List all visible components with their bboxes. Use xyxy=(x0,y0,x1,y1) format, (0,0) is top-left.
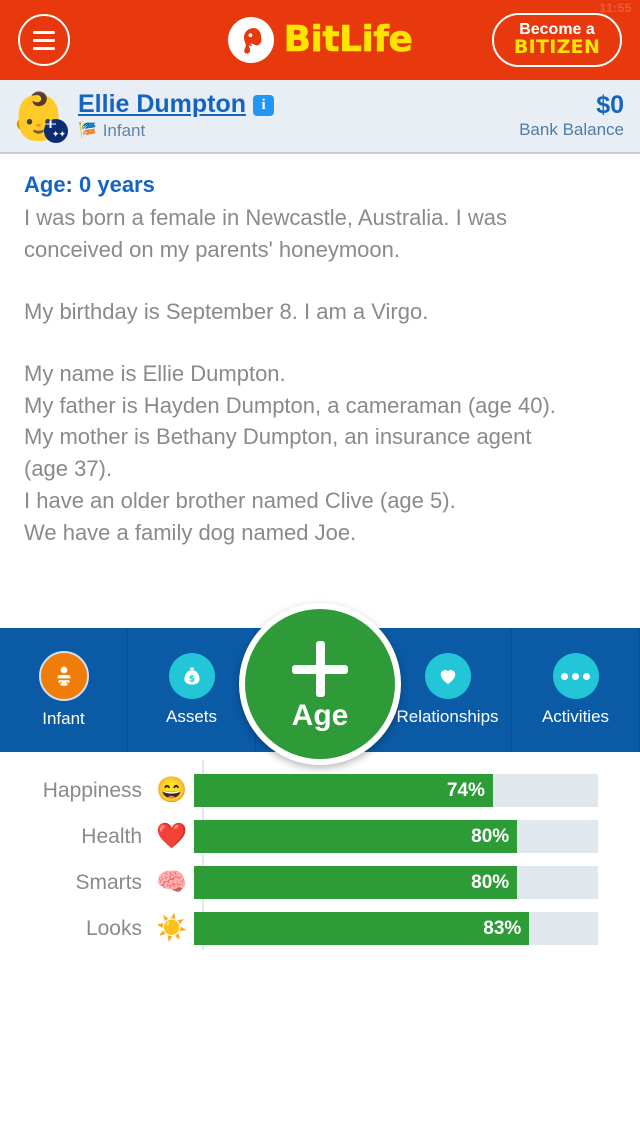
bank-balance: $0 Bank Balance xyxy=(519,92,624,140)
nav-item-infant[interactable]: Infant xyxy=(0,628,128,752)
stat-value: 74% xyxy=(446,779,485,801)
character-name-link[interactable]: Ellie Dumpton xyxy=(78,91,246,119)
stat-track: 74% xyxy=(194,774,598,807)
ellipsis-dots xyxy=(561,672,590,680)
profile-identity: Ellie Dumpton i 🎏 Infant xyxy=(78,91,275,141)
hamburger-bar xyxy=(33,46,55,50)
age-button-label: Age xyxy=(291,699,349,732)
stat-label: Looks xyxy=(85,916,142,940)
stats-panel: Happiness 😄 74% Health ❤️ 80% Smarts 🧠 8… xyxy=(0,752,640,950)
union-jack xyxy=(45,120,56,128)
embryo-icon xyxy=(227,17,274,63)
australia-flag-icon: ✦✦ xyxy=(44,119,68,143)
story-line: I was born a female in Newcastle, Austra… xyxy=(24,205,507,230)
stat-fill: 80% xyxy=(194,820,518,853)
story-line: conceived on my parents' honeymoon. xyxy=(24,236,400,262)
nav-label-relationships: Relationships xyxy=(396,707,499,726)
ellipsis-icon xyxy=(552,653,599,699)
bank-balance-label: Bank Balance xyxy=(519,119,624,139)
avatar[interactable]: 👶 ✦✦ xyxy=(8,85,70,147)
stat-row-happiness: Happiness 😄 74% xyxy=(0,770,640,811)
nav-label-assets: Assets xyxy=(165,707,218,726)
stat-track: 80% xyxy=(194,866,598,899)
life-stage-row: 🎏 Infant xyxy=(78,121,274,141)
stat-label: Happiness xyxy=(42,778,142,802)
hamburger-bar xyxy=(33,30,55,34)
story-line: (age 37). xyxy=(24,456,113,482)
stat-row-looks: Looks ☀️ 83% xyxy=(0,908,640,949)
nav-item-assets[interactable]: $ Assets xyxy=(128,628,256,752)
stat-value: 83% xyxy=(483,917,522,939)
stat-fill: 80% xyxy=(194,866,518,899)
status-clock: 11:55 xyxy=(599,1,632,15)
logo-text: BitLife xyxy=(283,19,413,60)
bitizen-bottom-label: BITIZEN xyxy=(513,36,601,59)
story-line: We have a family dog named Joe. xyxy=(24,520,357,546)
nav-label-activities: Activities xyxy=(541,707,610,726)
stat-row-health: Health ❤️ 80% xyxy=(0,816,640,857)
bottom-nav-bar: Infant $ Assets Relationships Activities… xyxy=(0,603,640,765)
stat-value: 80% xyxy=(471,825,510,847)
bank-balance-amount: $0 xyxy=(596,91,624,120)
story-spacer xyxy=(24,266,618,296)
hamburger-menu-icon[interactable] xyxy=(18,14,70,66)
life-story-panel[interactable]: Age: 0 years I was born a female in Newc… xyxy=(0,154,640,628)
name-row: Ellie Dumpton i xyxy=(78,91,275,119)
happy-face-icon: 😄 xyxy=(156,776,188,804)
info-icon[interactable]: i xyxy=(253,94,275,116)
heart-icon xyxy=(424,653,471,699)
svg-text:$: $ xyxy=(188,675,194,685)
baby-icon xyxy=(38,651,89,701)
dot xyxy=(572,672,579,680)
become-a-bitizen-button[interactable]: Become a BITIZEN xyxy=(492,13,622,67)
life-stage-label: Infant xyxy=(102,120,146,140)
hamburger-bar xyxy=(33,38,55,42)
sun-icon: ☀️ xyxy=(156,914,188,942)
brain-icon: 🧠 xyxy=(156,868,188,896)
story-line: My father is Hayden Dumpton, a cameraman… xyxy=(24,392,556,418)
stat-track: 83% xyxy=(194,912,598,945)
profile-bar: 👶 ✦✦ Ellie Dumpton i 🎏 Infant $0 Bank Ba… xyxy=(0,80,640,154)
nav-item-relationships[interactable]: Relationships xyxy=(384,628,512,752)
stat-fill: 83% xyxy=(194,912,530,945)
age-heading: Age: 0 years xyxy=(24,172,155,197)
dot xyxy=(561,672,568,680)
app-header: 11:55 BitLife Become a BITIZEN xyxy=(0,0,640,80)
money-bag-icon: $ xyxy=(168,653,215,699)
stat-track: 80% xyxy=(194,820,598,853)
stat-value: 80% xyxy=(471,871,510,893)
story-line: I have an older brother named Clive (age… xyxy=(24,488,456,514)
stat-label: Health xyxy=(81,824,142,848)
stat-fill: 74% xyxy=(194,774,493,807)
story-line: My birthday is September 8. I am a Virgo… xyxy=(24,298,429,324)
pinwheel-icon: 🎏 xyxy=(78,122,97,140)
story-line: My name is Ellie Dumpton. xyxy=(24,360,286,386)
nav-item-activities[interactable]: Activities xyxy=(512,628,640,752)
flag-stars: ✦✦ xyxy=(51,129,66,139)
story-line: My mother is Bethany Dumpton, an insuran… xyxy=(24,424,532,450)
stat-row-smarts: Smarts 🧠 80% xyxy=(0,862,640,903)
age-button[interactable]: Age xyxy=(239,603,401,765)
story-spacer xyxy=(24,328,618,358)
heart-icon: ❤️ xyxy=(156,822,188,850)
stat-label: Smarts xyxy=(75,870,142,894)
plus-icon xyxy=(286,635,354,703)
dot xyxy=(583,672,590,680)
nav-label-infant: Infant xyxy=(42,709,85,728)
